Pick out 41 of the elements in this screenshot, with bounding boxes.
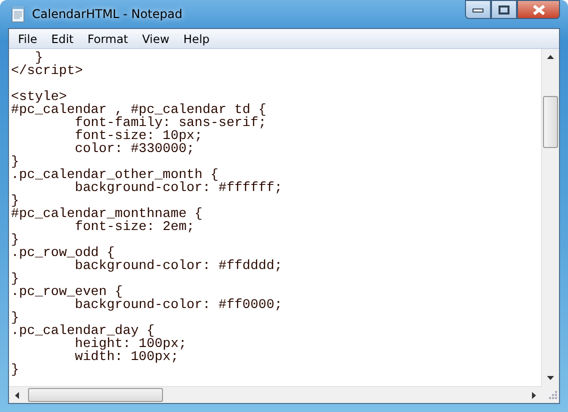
code-line: .pc_calendar_day { [11, 324, 156, 337]
menu-item[interactable]: Edit [44, 32, 81, 46]
code-line: } [11, 311, 19, 324]
maximize-button[interactable] [491, 0, 517, 19]
menu-item[interactable]: File [11, 32, 44, 46]
code-line: background-color: #ff0000; [74, 298, 284, 311]
code-line: <style> [11, 90, 67, 103]
code-line: .pc_row_odd { [11, 246, 115, 259]
scroll-thumb[interactable] [543, 96, 558, 148]
code-line: background-color: #ffffff; [74, 181, 284, 194]
code-line: background-color: #ffdddd; [74, 259, 284, 272]
code-line: } [11, 272, 20, 285]
horizontal-scrollbar[interactable] [9, 386, 542, 403]
maximize-icon [498, 4, 510, 14]
menu-item[interactable]: Help [176, 32, 217, 46]
code-line: font-size: 10px; [74, 129, 203, 142]
code-line: .pc_calendar_other_month { [11, 168, 218, 181]
code-line: #pc_calendar , #pc_calendar td { [11, 103, 268, 116]
minimize-icon [472, 6, 484, 12]
close-icon [532, 4, 546, 14]
menu-item[interactable]: Format [80, 32, 136, 46]
code-line: } [11, 363, 20, 376]
code-line: } [11, 233, 19, 246]
code-line: width: 100px; [74, 350, 179, 363]
menu-item[interactable]: View [135, 32, 176, 46]
code-line: font-size: 2em; [74, 220, 196, 233]
code-line: #pc_calendar_monthname { [11, 207, 204, 220]
code-line: </script> [11, 64, 84, 77]
vertical-scrollbar[interactable] [541, 49, 559, 386]
code-line: } [11, 155, 19, 168]
code-line: } [34, 51, 43, 64]
code-line: height: 100px; [74, 337, 188, 350]
code-line: } [11, 194, 19, 207]
notepad-icon [10, 5, 26, 23]
code-line: font-family: sans-serif; [74, 116, 268, 129]
scroll-thumb[interactable] [28, 388, 163, 402]
code-line: color: #330000; [74, 142, 195, 155]
close-button[interactable] [517, 0, 560, 19]
window-title: CalendarHTML - Notepad [32, 7, 182, 21]
minimize-button[interactable] [465, 0, 491, 19]
code-line: .pc_row_even { [11, 285, 123, 298]
